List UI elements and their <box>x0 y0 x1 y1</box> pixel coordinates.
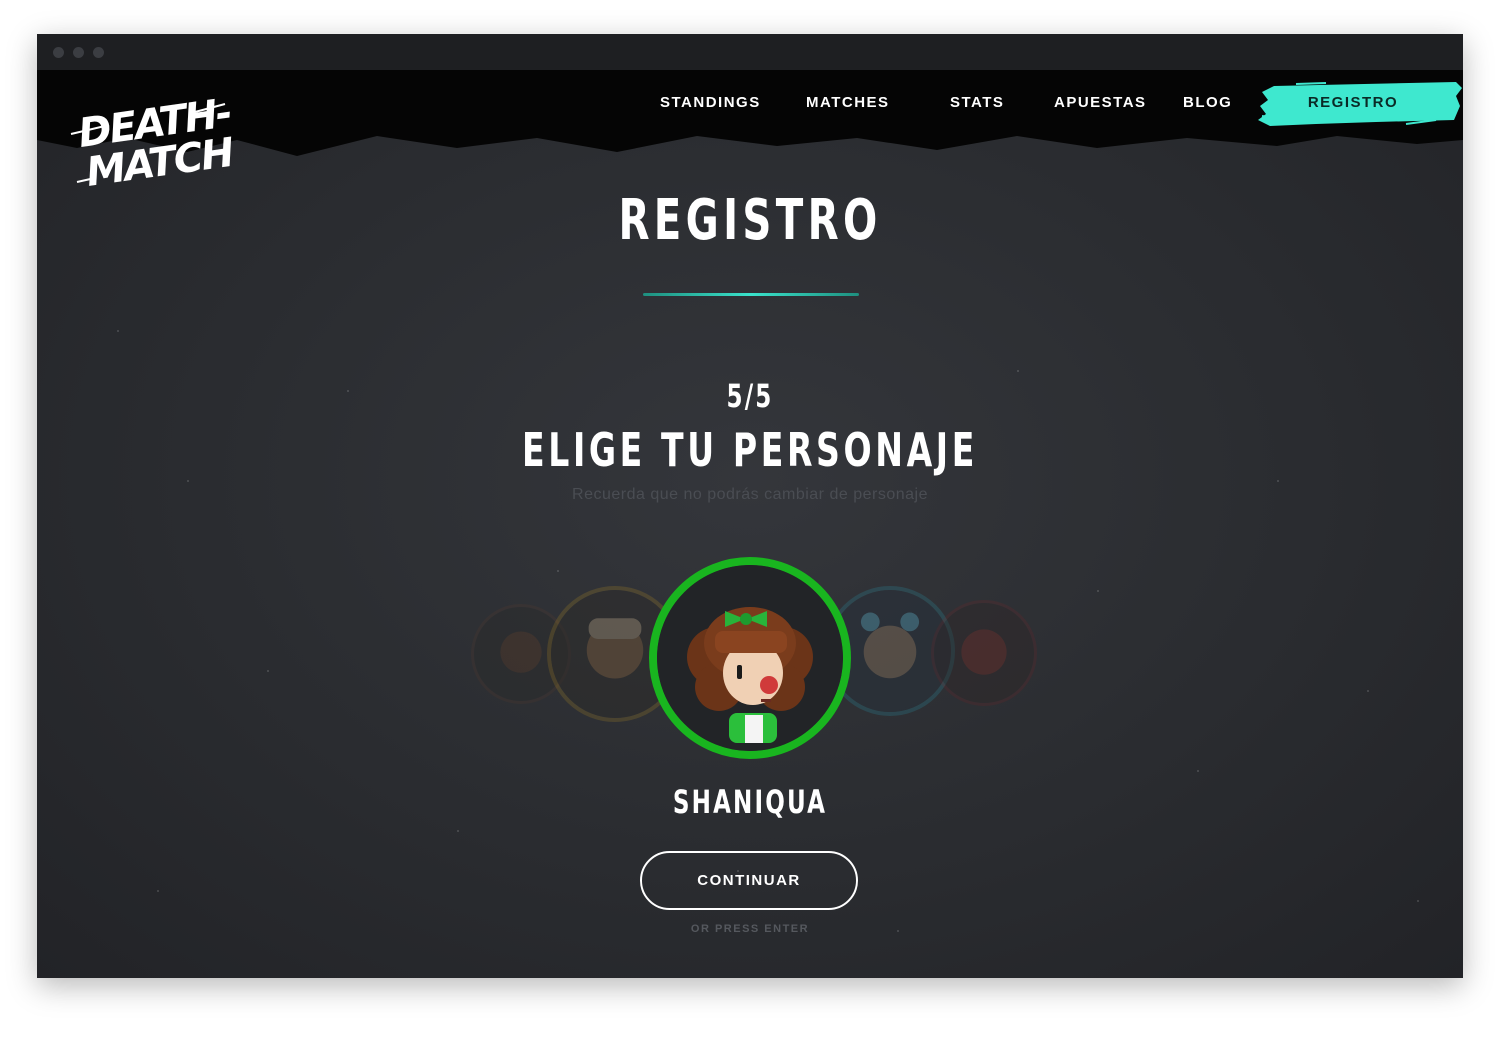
nav-registro-label: REGISTRO <box>1307 94 1399 111</box>
selected-character-name: SHANIQUA <box>672 783 828 821</box>
shaniqua-portrait <box>657 565 843 751</box>
page-title: REGISTRO <box>618 188 882 253</box>
top-navigation: DEATH- MATCH STANDINGS MATCHES STATS APU… <box>37 70 1463 196</box>
character-carousel <box>37 550 1463 760</box>
title-underline <box>643 293 859 296</box>
nav-link-stats[interactable]: STATS <box>950 94 1004 111</box>
window-maximize-dot[interactable] <box>93 47 104 58</box>
nav-link-apuestas[interactable]: APUESTAS <box>1054 94 1147 111</box>
brush-edge-decoration <box>37 126 1463 156</box>
selected-character-avatar[interactable] <box>649 557 851 759</box>
continue-button[interactable]: CONTINUAR <box>640 851 858 910</box>
deathmatch-logo[interactable]: DEATH- MATCH <box>65 82 235 202</box>
browser-titlebar <box>37 34 1463 70</box>
nav-link-matches[interactable]: MATCHES <box>806 94 890 111</box>
section-heading: ELIGE TU PERSONAJE <box>522 423 978 477</box>
nav-link-blog[interactable]: BLOG <box>1183 94 1232 111</box>
window-minimize-dot[interactable] <box>73 47 84 58</box>
nav-link-standings[interactable]: STANDINGS <box>660 94 761 111</box>
step-indicator: 5/5 <box>726 377 774 415</box>
browser-window: DEATH- MATCH STANDINGS MATCHES STATS APU… <box>37 34 1463 978</box>
nav-registro-button[interactable]: REGISTRO <box>1256 80 1462 132</box>
section-subheading: Recuerda que no podrás cambiar de person… <box>572 486 928 503</box>
keyboard-hint: OR PRESS ENTER <box>690 923 810 935</box>
registration-page: DEATH- MATCH STANDINGS MATCHES STATS APU… <box>37 70 1463 978</box>
window-close-dot[interactable] <box>53 47 64 58</box>
character-option-far-right[interactable] <box>931 600 1037 706</box>
